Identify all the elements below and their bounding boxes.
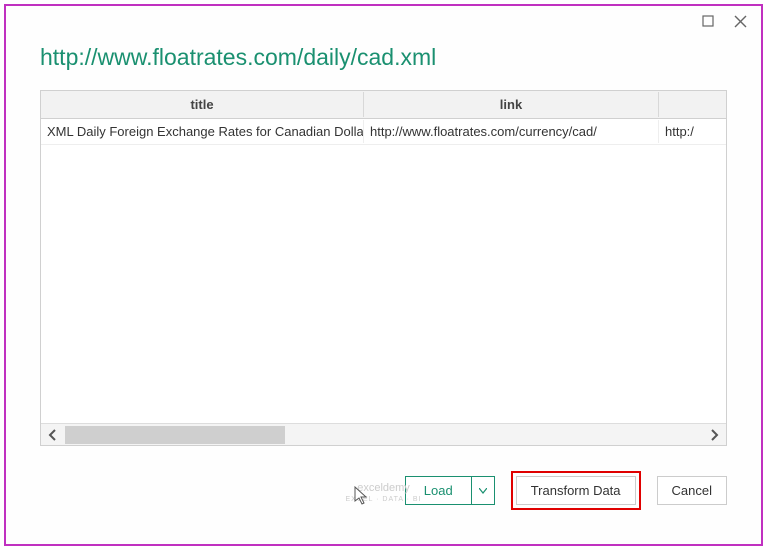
chevron-down-icon xyxy=(479,488,487,494)
column-header-link[interactable]: link xyxy=(364,92,659,117)
scroll-track[interactable] xyxy=(65,424,702,446)
scroll-left-button[interactable] xyxy=(41,424,65,446)
transform-highlight: Transform Data xyxy=(511,471,641,510)
cancel-button[interactable]: Cancel xyxy=(657,476,727,505)
horizontal-scrollbar[interactable] xyxy=(41,423,726,445)
load-button[interactable]: Load xyxy=(406,477,472,504)
transform-data-button[interactable]: Transform Data xyxy=(516,476,636,505)
cell-link: http://www.floatrates.com/currency/cad/ xyxy=(364,120,659,143)
table-header-row: title link xyxy=(41,91,726,119)
cell-extra: http:/ xyxy=(659,120,727,143)
close-button[interactable] xyxy=(731,12,749,30)
maximize-button[interactable] xyxy=(699,12,717,30)
dialog-window: http://www.floatrates.com/daily/cad.xml … xyxy=(4,4,763,546)
scroll-right-button[interactable] xyxy=(702,424,726,446)
dialog-title: http://www.floatrates.com/daily/cad.xml xyxy=(6,6,761,71)
cursor-icon xyxy=(354,486,370,506)
footer-buttons: Load Transform Data Cancel xyxy=(405,471,727,510)
column-header-title[interactable]: title xyxy=(41,92,364,117)
titlebar-controls xyxy=(699,6,761,30)
table-row[interactable]: XML Daily Foreign Exchange Rates for Can… xyxy=(41,119,726,145)
scroll-thumb[interactable] xyxy=(65,426,285,444)
column-header-extra[interactable] xyxy=(659,100,727,110)
load-dropdown-button[interactable] xyxy=(472,477,494,504)
load-button-group: Load xyxy=(405,476,495,505)
cell-title: XML Daily Foreign Exchange Rates for Can… xyxy=(41,120,364,143)
preview-table: title link XML Daily Foreign Exchange Ra… xyxy=(40,90,727,446)
